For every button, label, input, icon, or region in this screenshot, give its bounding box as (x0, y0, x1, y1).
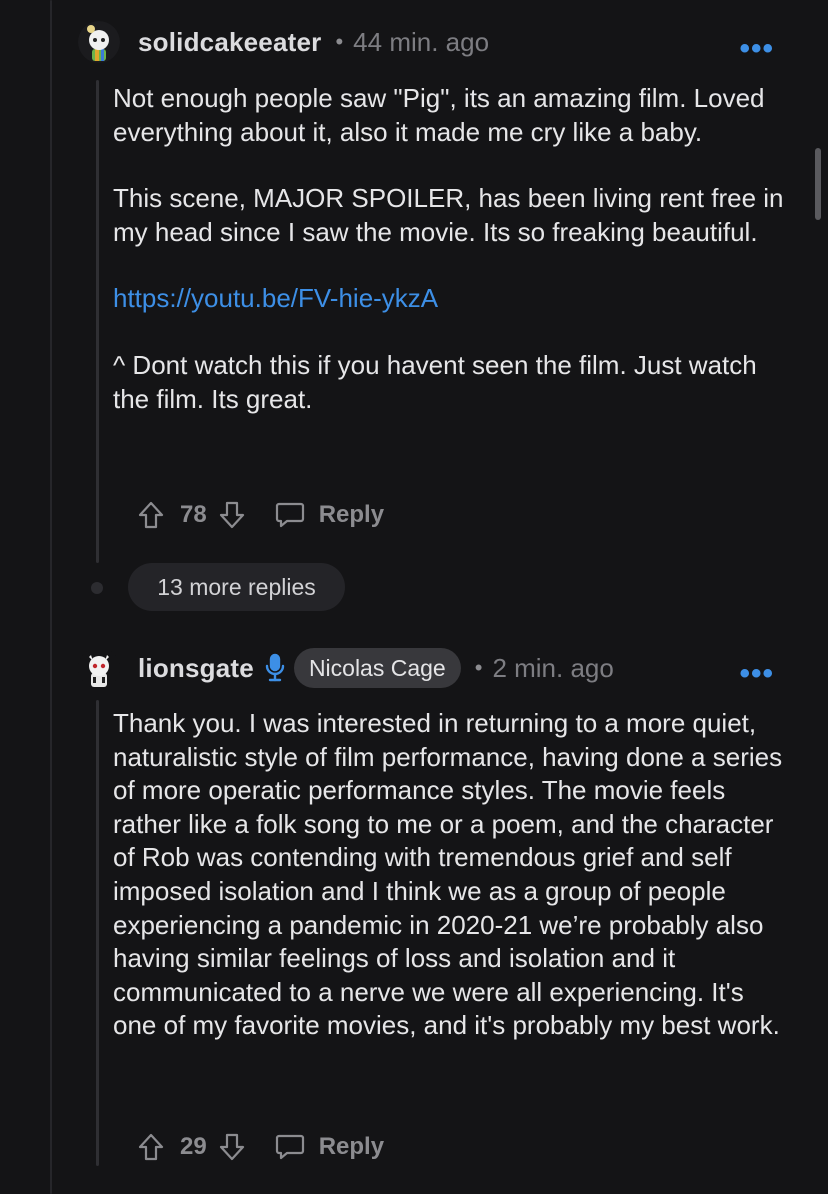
comment-body: Thank you. I was interested in returning… (113, 707, 793, 1043)
more-options-icon[interactable]: ••• (739, 659, 774, 689)
username[interactable]: solidcakeeater (138, 27, 321, 58)
separator-dot: • (335, 29, 344, 54)
comment-paragraph: Thank you. I was interested in returning… (113, 708, 783, 1041)
speech-bubble-icon[interactable] (275, 501, 305, 529)
reply-button[interactable]: Reply (319, 1133, 384, 1161)
comment-header: lionsgate Nicolas Cage • 2 min. ago (78, 646, 614, 690)
downvote-arrow-icon[interactable] (219, 501, 245, 529)
collapsed-thread-dot (91, 582, 103, 594)
timestamp: 44 min. ago (353, 26, 490, 57)
separator-dot: • (474, 655, 483, 680)
vote-count: 78 (180, 501, 207, 528)
avatar[interactable] (78, 647, 120, 689)
comment-header: solidcakeeater • 44 min. ago (78, 20, 489, 64)
scrollbar[interactable] (815, 148, 821, 220)
upvote-arrow-icon[interactable] (138, 501, 164, 529)
speech-bubble-icon[interactable] (275, 1133, 305, 1161)
thread-line-comment-1[interactable] (96, 80, 99, 563)
vote-count: 29 (180, 1133, 207, 1160)
user-flair: Nicolas Cage (293, 648, 461, 688)
upvote-arrow-icon[interactable] (138, 1133, 164, 1161)
downvote-arrow-icon[interactable] (219, 1133, 245, 1161)
thread-line-parent[interactable] (50, 0, 52, 1194)
username[interactable]: lionsgate (138, 653, 254, 684)
comment-actions: 78 Reply (138, 497, 384, 533)
more-options-icon[interactable]: ••• (739, 34, 774, 64)
timestamp: 2 min. ago (492, 652, 614, 683)
comment-paragraph: Not enough people saw "Pig", its an amaz… (113, 83, 765, 147)
reply-button[interactable]: Reply (319, 501, 384, 529)
microphone-icon (264, 653, 286, 683)
thread-line-comment-2[interactable] (96, 700, 99, 1166)
comment-paragraph: This scene, MAJOR SPOILER, has been livi… (113, 183, 784, 247)
video-link[interactable]: https://youtu.be/FV-hie-ykzA (113, 282, 793, 316)
more-replies-button[interactable]: 13 more replies (128, 563, 345, 611)
comment-body: Not enough people saw "Pig", its an amaz… (113, 82, 793, 416)
comment-actions: 29 Reply (138, 1129, 384, 1165)
comment-paragraph: ^ Dont watch this if you havent seen the… (113, 349, 757, 414)
avatar[interactable] (78, 21, 120, 63)
